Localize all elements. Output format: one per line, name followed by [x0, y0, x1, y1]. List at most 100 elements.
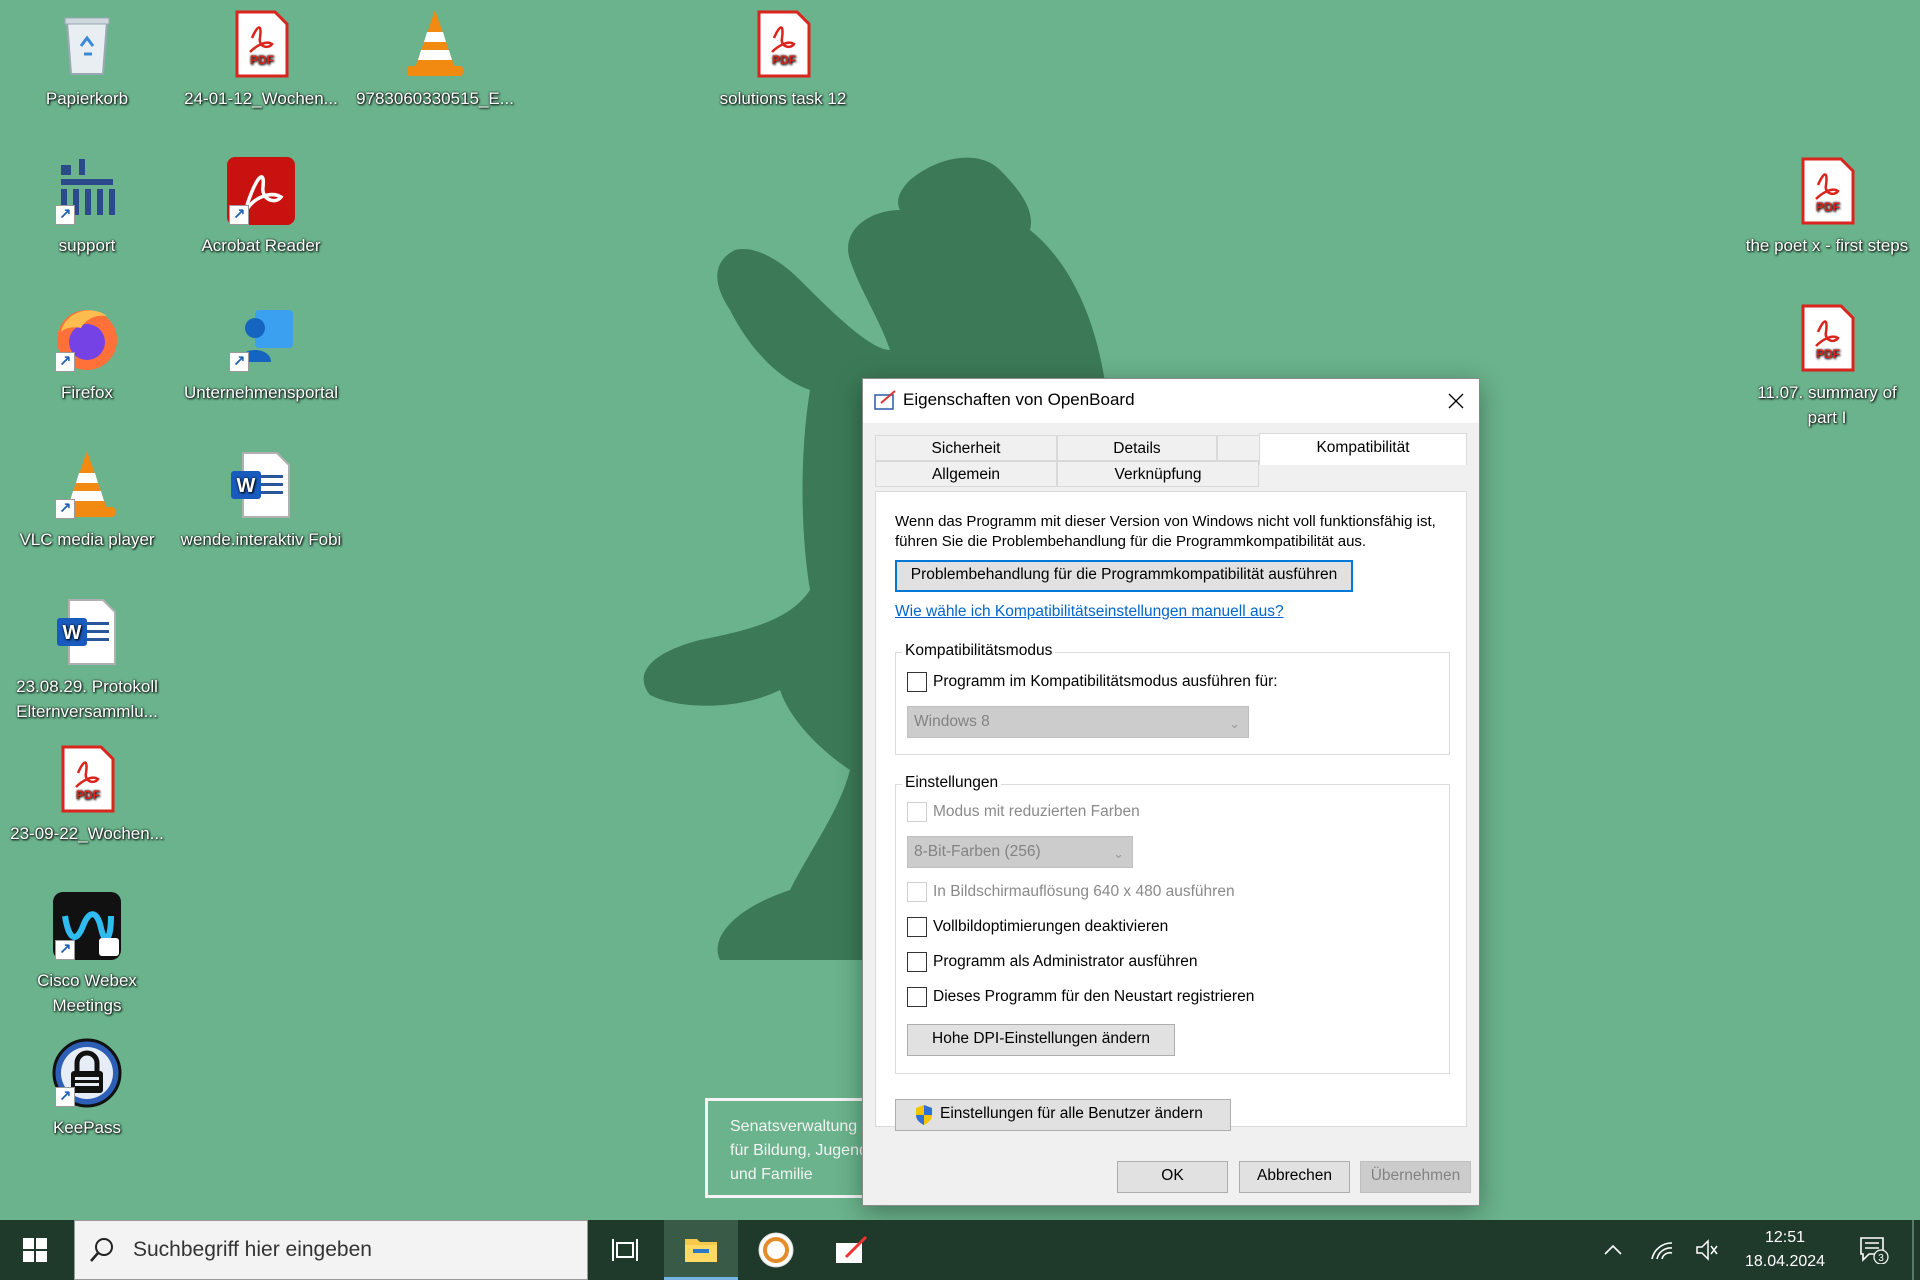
show-desktop-button[interactable]: [1912, 1220, 1914, 1280]
desktop-icon-keepass[interactable]: ↗ KeePass: [2, 1037, 172, 1140]
register-restart-row[interactable]: Dieses Programm für den Neustart registr…: [907, 986, 1254, 1008]
compat-mode-checkbox-row[interactable]: Programm im Kompatibilitätsmodus ausführ…: [907, 671, 1278, 693]
word-icon: W: [51, 596, 123, 668]
desktop-icon-9783060330515[interactable]: 9783060330515_E...: [350, 8, 520, 111]
clock[interactable]: 12:51 18.04.2024: [1730, 1226, 1840, 1274]
desktop-icon-label: 23.08.29. Protokoll Elternversammlu...: [16, 677, 158, 721]
resolution-640-row: In Bildschirmauflösung 640 x 480 ausführ…: [907, 881, 1235, 903]
shortcut-arrow-icon: ↗: [55, 940, 75, 960]
desktop-icon-label: wende.interaktiv Fobi: [180, 530, 342, 549]
ok-button[interactable]: OK: [1117, 1161, 1228, 1193]
desktop-icon-label: Papierkorb: [45, 89, 129, 108]
compat-mode-title: Kompatibilitätsmodus: [902, 642, 1056, 660]
high-dpi-button[interactable]: Hohe DPI-Einstellungen ändern: [907, 1024, 1175, 1056]
task-view-icon: [612, 1239, 638, 1261]
desktop-icon-papierkorb[interactable]: Papierkorb: [2, 8, 172, 111]
tab-verknuepfung[interactable]: Verknüpfung: [1057, 461, 1259, 487]
all-users-label: Einstellungen für alle Benutzer ändern: [940, 1105, 1203, 1122]
app-button-browser[interactable]: [739, 1220, 813, 1280]
desktop-icon-vlc-media-player[interactable]: ↗ VLC media player: [2, 449, 172, 552]
svg-text:W: W: [237, 475, 256, 497]
color-depth-select: 8-Bit-Farben (256) ⌄: [907, 836, 1133, 868]
firefox-icon: ↗: [51, 302, 123, 374]
reduced-colors-row: Modus mit reduzierten Farben: [907, 801, 1140, 823]
chevron-down-icon: ⌄: [1229, 716, 1240, 731]
show-hidden-icons-button[interactable]: [1598, 1220, 1628, 1280]
desktop-icon-label: Cisco Webex Meetings: [37, 971, 137, 1015]
file-explorer-button[interactable]: [664, 1220, 738, 1280]
taskbar: Suchbegriff hier eingeben 12:51 18.04.20…: [0, 1220, 1920, 1280]
desktop-icon-cisco-webex[interactable]: ↗ Cisco Webex Meetings: [2, 890, 172, 1018]
compat-mode-checkbox-label: Programm im Kompatibilitätsmodus ausführ…: [933, 673, 1278, 690]
register-restart-checkbox[interactable]: [907, 987, 927, 1007]
svg-text:PDF: PDF: [1816, 347, 1840, 361]
tab-details[interactable]: Details: [1057, 435, 1217, 461]
dialog-title: Eigenschaften von OpenBoard: [903, 390, 1135, 409]
search-box[interactable]: Suchbegriff hier eingeben: [74, 1220, 588, 1280]
desktop-icon-unternehmensportal[interactable]: ↗ Unternehmensportal: [176, 302, 346, 405]
desktop-icon-solutions-task-12[interactable]: PDF solutions task 12: [698, 8, 868, 111]
dialog-titlebar[interactable]: Eigenschaften von OpenBoard: [863, 379, 1479, 423]
run-as-admin-checkbox[interactable]: [907, 952, 927, 972]
manual-settings-link[interactable]: Wie wähle ich Kompatibilitätseinstellung…: [895, 603, 1284, 621]
network-button[interactable]: [1645, 1220, 1679, 1280]
compatibility-panel: Wenn das Programm mit dieser Version von…: [875, 491, 1467, 1131]
svg-text:PDF: PDF: [1816, 200, 1840, 214]
search-icon: [90, 1238, 113, 1262]
fullscreen-opt-row[interactable]: Vollbildoptimierungen deaktivieren: [907, 916, 1168, 938]
start-button[interactable]: [0, 1220, 70, 1280]
notification-icon: 3: [1860, 1237, 1889, 1264]
desktop-icon-firefox[interactable]: ↗ Firefox: [2, 302, 172, 405]
tab-kompatibilitaet[interactable]: Kompatibilität: [1259, 433, 1467, 465]
chevron-down-icon: ⌄: [1113, 846, 1124, 861]
task-view-button[interactable]: [588, 1220, 662, 1280]
desktop-icon-label: VLC media player: [19, 530, 155, 549]
keepass-icon: ↗: [51, 1037, 123, 1109]
tab-bar: Sicherheit Details Vorgängerversionen Al…: [875, 433, 1467, 491]
close-button[interactable]: [1433, 379, 1479, 423]
compat-mode-group: Kompatibilitätsmodus Programm im Kompati…: [895, 642, 1450, 755]
compat-os-select[interactable]: Windows 8 ⌄: [907, 706, 1249, 738]
pdf-icon: PDF: [225, 8, 297, 80]
vlc-icon: [399, 8, 471, 80]
close-icon: [1448, 393, 1464, 409]
reduced-colors-label: Modus mit reduzierten Farben: [933, 803, 1140, 820]
cancel-button[interactable]: Abbrechen: [1239, 1161, 1350, 1193]
shortcut-arrow-icon: ↗: [55, 1087, 75, 1107]
action-center-button[interactable]: 3: [1852, 1220, 1896, 1280]
tab-sicherheit[interactable]: Sicherheit: [875, 435, 1057, 461]
desktop-icon-11-07-summary[interactable]: PDF 11.07. summary of part I: [1742, 302, 1912, 430]
run-as-admin-label: Programm als Administrator ausführen: [933, 953, 1198, 970]
troubleshoot-button[interactable]: Problembehandlung für die Programmkompat…: [895, 560, 1353, 592]
desktop-icon-wende-interaktiv-fobi[interactable]: W wende.interaktiv Fobi: [176, 449, 346, 552]
all-users-button[interactable]: Einstellungen für alle Benutzer ändern: [895, 1099, 1231, 1131]
desktop-icon-label: solutions task 12: [719, 89, 847, 108]
word-icon: W: [225, 449, 297, 521]
openboard-taskbar-button[interactable]: [814, 1220, 888, 1280]
desktop-icon-pdf-24-01-12[interactable]: PDF 24-01-12_Wochen...: [176, 8, 346, 111]
wifi-icon: [1651, 1242, 1673, 1260]
desktop-icon-label: Firefox: [61, 383, 113, 402]
desktop-icon-label: KeePass: [52, 1118, 122, 1137]
desktop-icon-label: Acrobat Reader: [201, 236, 321, 255]
volume-button[interactable]: [1690, 1220, 1724, 1280]
desktop-icon-pdf-23-09-22[interactable]: PDF 23-09-22_Wochen...: [2, 743, 172, 846]
run-as-admin-row[interactable]: Programm als Administrator ausführen: [907, 951, 1197, 973]
desktop-icon-acrobat-reader[interactable]: ↗ Acrobat Reader: [176, 155, 346, 258]
shortcut-arrow-icon: ↗: [55, 499, 75, 519]
desktop-icon-label: 9783060330515_E...: [356, 89, 514, 108]
fullscreen-opt-checkbox[interactable]: [907, 917, 927, 937]
desktop-icon-the-poet-x[interactable]: PDF the poet x - first steps: [1742, 155, 1912, 258]
register-restart-label: Dieses Programm für den Neustart registr…: [933, 988, 1255, 1005]
webex-icon: ↗: [51, 890, 123, 962]
clock-time: 12:51: [1764, 1229, 1806, 1246]
desktop-icon-protokoll[interactable]: W 23.08.29. Protokoll Elternversammlu...: [2, 596, 172, 724]
company-portal-icon: ↗: [225, 302, 297, 374]
compat-mode-checkbox[interactable]: [907, 672, 927, 692]
apply-button: Übernehmen: [1360, 1161, 1471, 1193]
desktop-icon-support[interactable]: ↗ support: [2, 155, 172, 258]
tab-allgemein[interactable]: Allgemein: [875, 461, 1057, 487]
svg-text:W: W: [63, 622, 82, 644]
folder-icon: [685, 1238, 717, 1262]
intro-text: Wenn das Programm mit dieser Version von…: [895, 513, 1436, 550]
